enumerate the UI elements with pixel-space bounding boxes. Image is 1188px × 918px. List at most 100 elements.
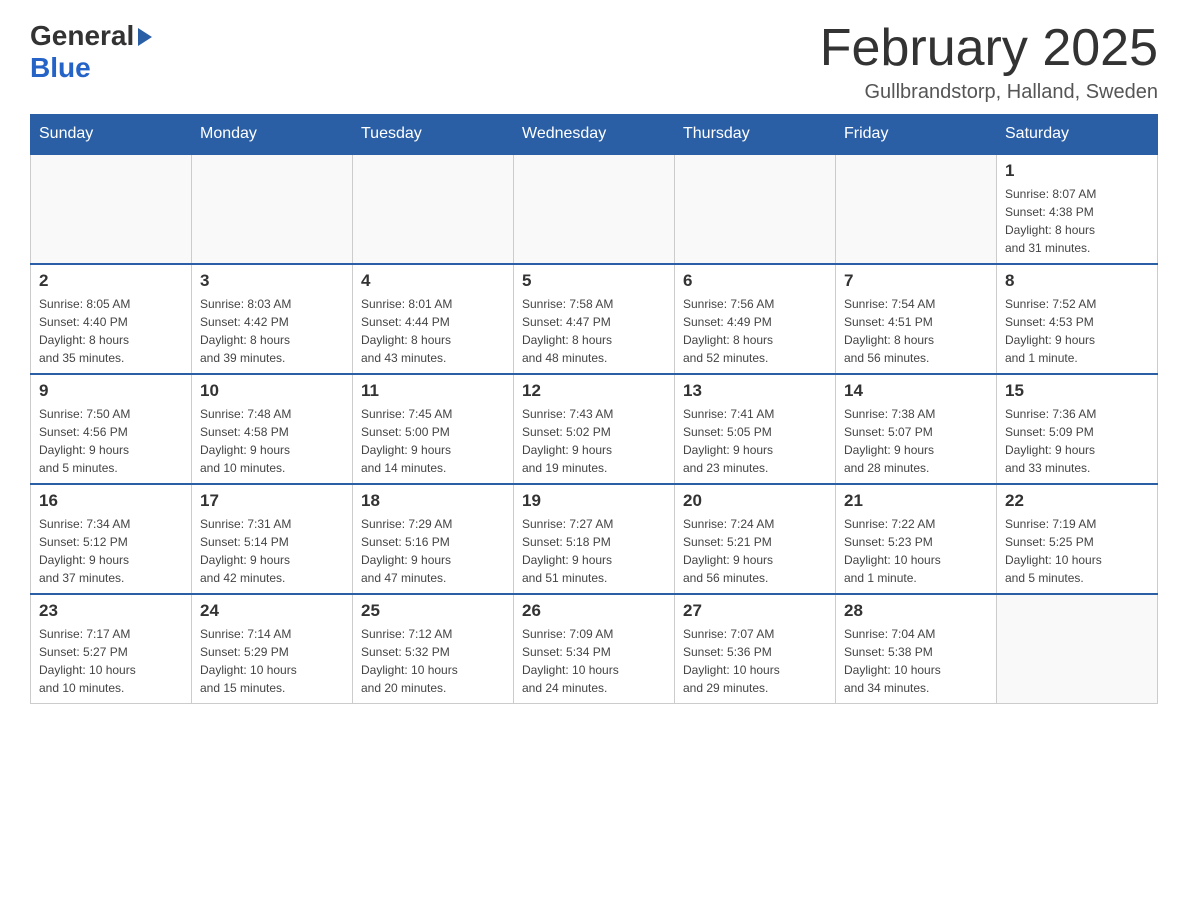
day-info: Sunrise: 7:45 AMSunset: 5:00 PMDaylight:… bbox=[361, 405, 505, 477]
calendar-week-row: 2 Sunrise: 8:05 AMSunset: 4:40 PMDaylight… bbox=[31, 264, 1158, 374]
calendar-cell: 6 Sunrise: 7:56 AMSunset: 4:49 PMDaylight… bbox=[675, 264, 836, 374]
day-info: Sunrise: 7:07 AMSunset: 5:36 PMDaylight:… bbox=[683, 625, 827, 697]
calendar-cell: 9 Sunrise: 7:50 AMSunset: 4:56 PMDaylight… bbox=[31, 374, 192, 484]
logo-arrow-icon bbox=[138, 28, 152, 46]
logo-blue: Blue bbox=[30, 52, 91, 84]
calendar-cell: 28 Sunrise: 7:04 AMSunset: 5:38 PMDayligh… bbox=[836, 594, 997, 704]
day-info: Sunrise: 7:38 AMSunset: 5:07 PMDaylight:… bbox=[844, 405, 988, 477]
weekday-header-friday: Friday bbox=[836, 115, 997, 155]
calendar-week-row: 1 Sunrise: 8:07 AMSunset: 4:38 PMDaylight… bbox=[31, 154, 1158, 264]
day-number: 24 bbox=[200, 601, 344, 621]
calendar-cell: 23 Sunrise: 7:17 AMSunset: 5:27 PMDayligh… bbox=[31, 594, 192, 704]
calendar-week-row: 9 Sunrise: 7:50 AMSunset: 4:56 PMDaylight… bbox=[31, 374, 1158, 484]
day-number: 15 bbox=[1005, 381, 1149, 401]
day-number: 16 bbox=[39, 491, 183, 511]
day-number: 9 bbox=[39, 381, 183, 401]
calendar-cell: 25 Sunrise: 7:12 AMSunset: 5:32 PMDayligh… bbox=[353, 594, 514, 704]
day-number: 19 bbox=[522, 491, 666, 511]
day-number: 28 bbox=[844, 601, 988, 621]
calendar-cell bbox=[514, 154, 675, 264]
calendar-cell: 24 Sunrise: 7:14 AMSunset: 5:29 PMDayligh… bbox=[192, 594, 353, 704]
day-info: Sunrise: 7:36 AMSunset: 5:09 PMDaylight:… bbox=[1005, 405, 1149, 477]
day-number: 1 bbox=[1005, 161, 1149, 181]
day-info: Sunrise: 8:07 AMSunset: 4:38 PMDaylight:… bbox=[1005, 185, 1149, 257]
calendar-cell: 20 Sunrise: 7:24 AMSunset: 5:21 PMDayligh… bbox=[675, 484, 836, 594]
header: General Blue February 2025 Gullbrandstor… bbox=[30, 20, 1158, 104]
calendar-cell: 21 Sunrise: 7:22 AMSunset: 5:23 PMDayligh… bbox=[836, 484, 997, 594]
weekday-header-thursday: Thursday bbox=[675, 115, 836, 155]
calendar-cell: 16 Sunrise: 7:34 AMSunset: 5:12 PMDayligh… bbox=[31, 484, 192, 594]
day-info: Sunrise: 8:01 AMSunset: 4:44 PMDaylight:… bbox=[361, 295, 505, 367]
day-info: Sunrise: 7:54 AMSunset: 4:51 PMDaylight:… bbox=[844, 295, 988, 367]
day-info: Sunrise: 7:41 AMSunset: 5:05 PMDaylight:… bbox=[683, 405, 827, 477]
calendar-cell: 8 Sunrise: 7:52 AMSunset: 4:53 PMDaylight… bbox=[997, 264, 1158, 374]
day-info: Sunrise: 7:09 AMSunset: 5:34 PMDaylight:… bbox=[522, 625, 666, 697]
day-info: Sunrise: 7:48 AMSunset: 4:58 PMDaylight:… bbox=[200, 405, 344, 477]
weekday-header-saturday: Saturday bbox=[997, 115, 1158, 155]
calendar-cell bbox=[997, 594, 1158, 704]
day-number: 2 bbox=[39, 271, 183, 291]
weekday-header-tuesday: Tuesday bbox=[353, 115, 514, 155]
day-number: 6 bbox=[683, 271, 827, 291]
page: General Blue February 2025 Gullbrandstor… bbox=[0, 0, 1188, 734]
day-info: Sunrise: 7:52 AMSunset: 4:53 PMDaylight:… bbox=[1005, 295, 1149, 367]
calendar-cell: 22 Sunrise: 7:19 AMSunset: 5:25 PMDayligh… bbox=[997, 484, 1158, 594]
calendar-cell bbox=[675, 154, 836, 264]
day-number: 21 bbox=[844, 491, 988, 511]
day-number: 25 bbox=[361, 601, 505, 621]
calendar-cell: 7Sunrise: 7:54 AMSunset: 4:51 PMDaylight… bbox=[836, 264, 997, 374]
day-info: Sunrise: 7:31 AMSunset: 5:14 PMDaylight:… bbox=[200, 515, 344, 587]
day-info: Sunrise: 8:03 AMSunset: 4:42 PMDaylight:… bbox=[200, 295, 344, 367]
day-info: Sunrise: 7:43 AMSunset: 5:02 PMDaylight:… bbox=[522, 405, 666, 477]
calendar-cell: 10 Sunrise: 7:48 AMSunset: 4:58 PMDayligh… bbox=[192, 374, 353, 484]
day-info: Sunrise: 7:04 AMSunset: 5:38 PMDaylight:… bbox=[844, 625, 988, 697]
calendar-cell: 1 Sunrise: 8:07 AMSunset: 4:38 PMDaylight… bbox=[997, 154, 1158, 264]
location: Gullbrandstorp, Halland, Sweden bbox=[820, 81, 1158, 104]
calendar-cell bbox=[192, 154, 353, 264]
day-number: 12 bbox=[522, 381, 666, 401]
day-info: Sunrise: 7:19 AMSunset: 5:25 PMDaylight:… bbox=[1005, 515, 1149, 587]
day-info: Sunrise: 7:50 AMSunset: 4:56 PMDaylight:… bbox=[39, 405, 183, 477]
calendar: SundayMondayTuesdayWednesdayThursdayFrid… bbox=[30, 114, 1158, 704]
day-info: Sunrise: 8:05 AMSunset: 4:40 PMDaylight:… bbox=[39, 295, 183, 367]
calendar-cell bbox=[353, 154, 514, 264]
day-number: 14 bbox=[844, 381, 988, 401]
day-number: 13 bbox=[683, 381, 827, 401]
weekday-header-wednesday: Wednesday bbox=[514, 115, 675, 155]
day-info: Sunrise: 7:24 AMSunset: 5:21 PMDaylight:… bbox=[683, 515, 827, 587]
day-info: Sunrise: 7:12 AMSunset: 5:32 PMDaylight:… bbox=[361, 625, 505, 697]
day-number: 20 bbox=[683, 491, 827, 511]
day-number: 10 bbox=[200, 381, 344, 401]
day-number: 23 bbox=[39, 601, 183, 621]
day-info: Sunrise: 7:22 AMSunset: 5:23 PMDaylight:… bbox=[844, 515, 988, 587]
calendar-cell: 17Sunrise: 7:31 AMSunset: 5:14 PMDayligh… bbox=[192, 484, 353, 594]
day-number: 22 bbox=[1005, 491, 1149, 511]
calendar-cell: 18Sunrise: 7:29 AMSunset: 5:16 PMDayligh… bbox=[353, 484, 514, 594]
day-info: Sunrise: 7:29 AMSunset: 5:16 PMDaylight:… bbox=[361, 515, 505, 587]
day-info: Sunrise: 7:58 AMSunset: 4:47 PMDaylight:… bbox=[522, 295, 666, 367]
day-number: 27 bbox=[683, 601, 827, 621]
calendar-cell: 14 Sunrise: 7:38 AMSunset: 5:07 PMDayligh… bbox=[836, 374, 997, 484]
day-number: 3 bbox=[200, 271, 344, 291]
weekday-header-monday: Monday bbox=[192, 115, 353, 155]
day-info: Sunrise: 7:17 AMSunset: 5:27 PMDaylight:… bbox=[39, 625, 183, 697]
calendar-cell: 13 Sunrise: 7:41 AMSunset: 5:05 PMDayligh… bbox=[675, 374, 836, 484]
day-info: Sunrise: 7:34 AMSunset: 5:12 PMDaylight:… bbox=[39, 515, 183, 587]
calendar-cell: 3 Sunrise: 8:03 AMSunset: 4:42 PMDaylight… bbox=[192, 264, 353, 374]
logo-general: General bbox=[30, 20, 134, 52]
day-info: Sunrise: 7:56 AMSunset: 4:49 PMDaylight:… bbox=[683, 295, 827, 367]
calendar-cell: 12 Sunrise: 7:43 AMSunset: 5:02 PMDayligh… bbox=[514, 374, 675, 484]
weekday-header-row: SundayMondayTuesdayWednesdayThursdayFrid… bbox=[31, 115, 1158, 155]
calendar-cell: 27 Sunrise: 7:07 AMSunset: 5:36 PMDayligh… bbox=[675, 594, 836, 704]
day-info: Sunrise: 7:27 AMSunset: 5:18 PMDaylight:… bbox=[522, 515, 666, 587]
calendar-week-row: 16 Sunrise: 7:34 AMSunset: 5:12 PMDayligh… bbox=[31, 484, 1158, 594]
day-number: 5 bbox=[522, 271, 666, 291]
day-number: 8 bbox=[1005, 271, 1149, 291]
day-number: 4 bbox=[361, 271, 505, 291]
calendar-cell: 2 Sunrise: 8:05 AMSunset: 4:40 PMDaylight… bbox=[31, 264, 192, 374]
calendar-cell bbox=[31, 154, 192, 264]
day-info: Sunrise: 7:14 AMSunset: 5:29 PMDaylight:… bbox=[200, 625, 344, 697]
calendar-cell: 11Sunrise: 7:45 AMSunset: 5:00 PMDayligh… bbox=[353, 374, 514, 484]
calendar-cell bbox=[836, 154, 997, 264]
logo: General Blue bbox=[30, 20, 152, 84]
